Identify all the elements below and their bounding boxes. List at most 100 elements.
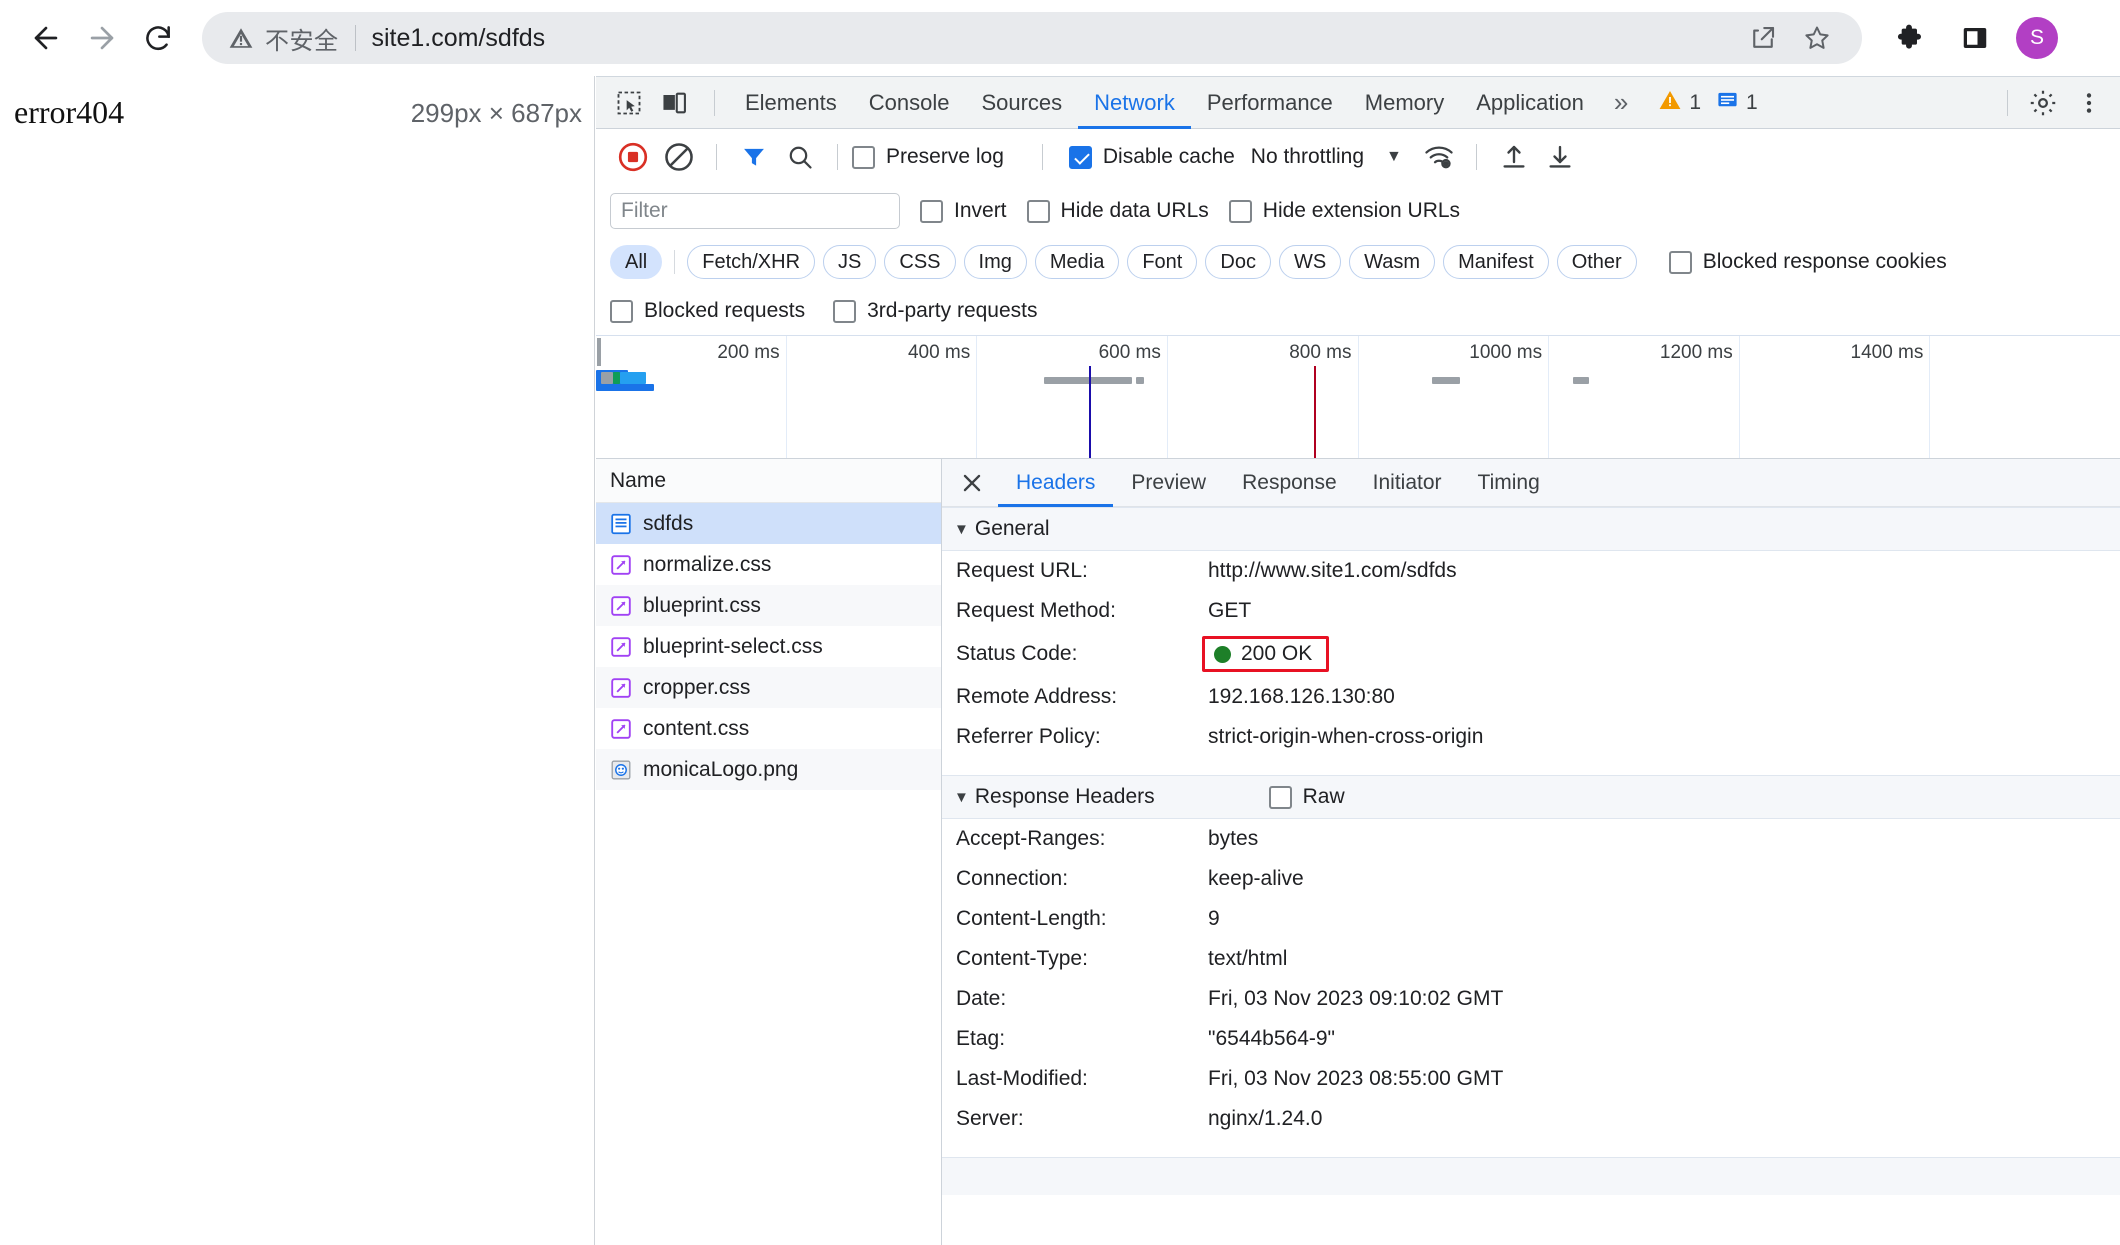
blocked-response-cookies-checkbox[interactable]: Blocked response cookies bbox=[1669, 250, 1947, 274]
type-filter-font[interactable]: Font bbox=[1127, 245, 1197, 279]
hide-extension-urls-box[interactable] bbox=[1229, 200, 1252, 223]
type-filter-css[interactable]: CSS bbox=[884, 245, 955, 279]
blocked-requests-label: Blocked requests bbox=[644, 299, 805, 323]
request-row-monicalogo-png[interactable]: monicaLogo.png bbox=[596, 749, 941, 790]
detail-tab-headers[interactable]: Headers bbox=[998, 459, 1113, 507]
header-value[interactable]: http://www.site1.com/sdfds bbox=[1208, 559, 1457, 583]
invert-box[interactable] bbox=[920, 200, 943, 223]
type-filter-media[interactable]: Media bbox=[1035, 245, 1119, 279]
preserve-log-label: Preserve log bbox=[886, 145, 1004, 169]
tab-label: Sources bbox=[981, 90, 1062, 116]
type-filter-js[interactable]: JS bbox=[823, 245, 876, 279]
detail-tabbar: Headers Preview Response Initiator Timin… bbox=[942, 459, 2120, 507]
preserve-log-box[interactable] bbox=[852, 146, 875, 169]
third-party-requests-box[interactable] bbox=[833, 300, 856, 323]
gear-icon[interactable] bbox=[2022, 82, 2064, 124]
network-conditions-icon[interactable] bbox=[1416, 134, 1462, 180]
detail-tab-timing[interactable]: Timing bbox=[1460, 459, 1558, 507]
request-list-header[interactable]: Name bbox=[596, 459, 941, 503]
tab-label: Performance bbox=[1207, 90, 1333, 116]
record-button[interactable] bbox=[610, 134, 656, 180]
overview-request-bar bbox=[1573, 377, 1589, 384]
general-row-referrer-policy: Referrer Policy: strict-origin-when-cros… bbox=[942, 717, 2120, 757]
hide-data-urls-checkbox[interactable]: Hide data URLs bbox=[1027, 199, 1209, 223]
bookmark-star-icon[interactable] bbox=[1792, 13, 1842, 63]
pill-label: Font bbox=[1142, 251, 1182, 274]
back-button[interactable] bbox=[18, 10, 74, 66]
chevron-down-icon[interactable]: ▼ bbox=[1386, 148, 1402, 166]
request-row-blueprint-css[interactable]: blueprint.css bbox=[596, 585, 941, 626]
request-row-cropper-css[interactable]: cropper.css bbox=[596, 667, 941, 708]
third-party-requests-checkbox[interactable]: 3rd-party requests bbox=[833, 299, 1037, 323]
type-filter-other[interactable]: Other bbox=[1557, 245, 1637, 279]
disable-cache-checkbox[interactable]: Disable cache bbox=[1069, 145, 1235, 169]
side-panel-icon[interactable] bbox=[1950, 13, 2000, 63]
invert-checkbox[interactable]: Invert bbox=[920, 199, 1007, 223]
preserve-log-checkbox[interactable]: Preserve log bbox=[852, 145, 1004, 169]
request-row-blueprint-select-css[interactable]: blueprint-select.css bbox=[596, 626, 941, 667]
request-row-normalize-css[interactable]: normalize.css bbox=[596, 544, 941, 585]
type-filter-manifest[interactable]: Manifest bbox=[1443, 245, 1549, 279]
blocked-requests-checkbox[interactable]: Blocked requests bbox=[610, 299, 805, 323]
more-tabs-chevron-icon[interactable]: » bbox=[1600, 87, 1642, 118]
request-row-sdfds[interactable]: sdfds bbox=[596, 503, 941, 544]
overview-request-bar bbox=[1432, 377, 1460, 384]
overview-request-bar bbox=[596, 384, 654, 391]
throttling-select[interactable]: No throttling bbox=[1251, 145, 1364, 169]
tab-application[interactable]: Application bbox=[1460, 77, 1600, 129]
search-icon[interactable] bbox=[777, 134, 823, 180]
issue-counters[interactable]: 1 1 bbox=[1658, 88, 1757, 117]
tab-network[interactable]: Network bbox=[1078, 77, 1191, 129]
overview-cell: 800 ms bbox=[1168, 336, 1359, 458]
header-key: Request Method: bbox=[956, 599, 1208, 623]
stylesheet-icon bbox=[610, 554, 632, 576]
tab-sources[interactable]: Sources bbox=[965, 77, 1078, 129]
general-section-header[interactable]: ▼ General bbox=[942, 507, 2120, 551]
hide-data-urls-box[interactable] bbox=[1027, 200, 1050, 223]
export-har-icon[interactable] bbox=[1537, 134, 1583, 180]
profile-avatar[interactable]: S bbox=[2016, 17, 2058, 59]
close-icon[interactable] bbox=[952, 463, 992, 503]
inspect-element-icon[interactable] bbox=[608, 82, 650, 124]
address-bar[interactable]: 不安全 site1.com/sdfds bbox=[202, 12, 1862, 64]
device-toolbar-icon[interactable] bbox=[654, 82, 696, 124]
type-filter-fetch-xhr[interactable]: Fetch/XHR bbox=[687, 245, 815, 279]
detail-tab-initiator[interactable]: Initiator bbox=[1355, 459, 1460, 507]
share-icon[interactable] bbox=[1738, 13, 1788, 63]
extensions-puzzle-icon[interactable] bbox=[1886, 13, 1936, 63]
forward-button[interactable] bbox=[74, 10, 130, 66]
general-row-request-url: Request URL: http://www.site1.com/sdfds bbox=[942, 551, 2120, 591]
toolbar-divider-1 bbox=[716, 144, 717, 170]
tab-elements[interactable]: Elements bbox=[729, 77, 853, 129]
type-filter-wasm[interactable]: Wasm bbox=[1349, 245, 1435, 279]
devtools-panel: Elements Console Sources Network Perform… bbox=[596, 76, 2120, 1245]
import-har-icon[interactable] bbox=[1491, 134, 1537, 180]
filter-funnel-icon[interactable] bbox=[731, 134, 777, 180]
type-filter-doc[interactable]: Doc bbox=[1205, 245, 1271, 279]
network-overview-timeline[interactable]: 200 ms 400 ms 600 ms 800 ms 1000 ms 1200… bbox=[596, 335, 2120, 459]
blocked-response-cookies-box[interactable] bbox=[1669, 251, 1692, 274]
detail-tab-preview[interactable]: Preview bbox=[1113, 459, 1224, 507]
type-filter-img[interactable]: Img bbox=[964, 245, 1027, 279]
hide-extension-urls-checkbox[interactable]: Hide extension URLs bbox=[1229, 199, 1460, 223]
reload-button[interactable] bbox=[130, 10, 186, 66]
disable-cache-box[interactable] bbox=[1069, 146, 1092, 169]
blocked-requests-box[interactable] bbox=[610, 300, 633, 323]
detail-tab-response[interactable]: Response bbox=[1224, 459, 1355, 507]
header-value: GET bbox=[1208, 599, 1251, 623]
kebab-menu-icon[interactable] bbox=[2068, 82, 2110, 124]
request-row-content-css[interactable]: content.css bbox=[596, 708, 941, 749]
raw-box[interactable] bbox=[1269, 786, 1292, 809]
tab-performance[interactable]: Performance bbox=[1191, 77, 1349, 129]
devtools-tabbar-right bbox=[1993, 82, 2120, 124]
type-filter-all[interactable]: All bbox=[610, 245, 662, 279]
overview-tick-label: 200 ms bbox=[717, 342, 779, 364]
raw-checkbox[interactable]: Raw bbox=[1269, 785, 1345, 809]
tab-console[interactable]: Console bbox=[853, 77, 966, 129]
response-headers-section-header[interactable]: ▼ Response Headers Raw bbox=[942, 775, 2120, 819]
filter-input[interactable] bbox=[610, 193, 900, 229]
tab-memory[interactable]: Memory bbox=[1349, 77, 1460, 129]
type-filter-ws[interactable]: WS bbox=[1279, 245, 1341, 279]
triangle-down-icon: ▼ bbox=[954, 521, 969, 538]
clear-button[interactable] bbox=[656, 134, 702, 180]
